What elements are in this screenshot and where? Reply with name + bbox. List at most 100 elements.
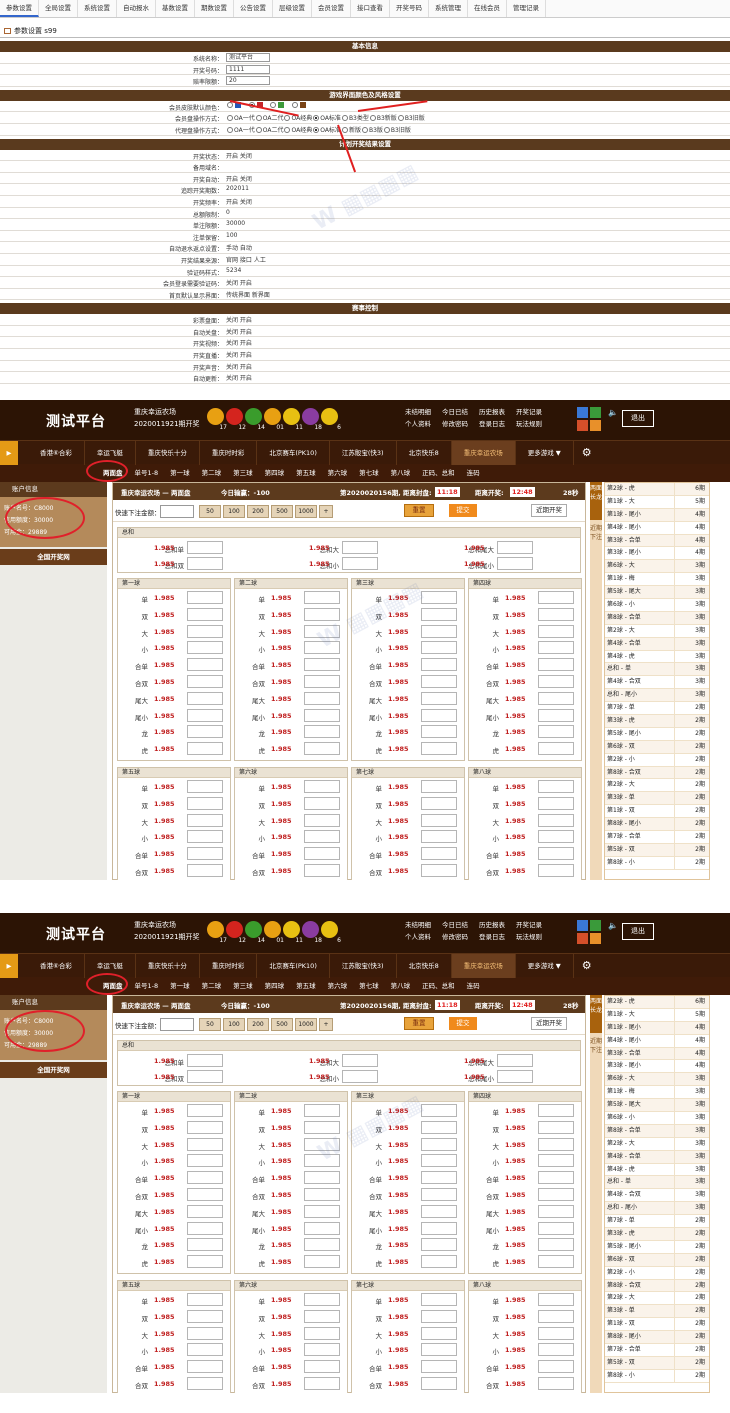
bet-amount-input[interactable]	[538, 796, 574, 810]
header-link[interactable]: 修改密码	[442, 418, 468, 430]
bet-amount-input[interactable]	[421, 658, 457, 672]
bet-amount-input[interactable]	[187, 1293, 223, 1306]
header-link[interactable]: 登录日志	[479, 931, 505, 943]
sub-tab[interactable]: 第七球	[355, 977, 383, 995]
bet-amount-input[interactable]	[538, 691, 574, 705]
color-radio[interactable]	[270, 101, 277, 108]
bet-amount-input[interactable]	[497, 557, 533, 570]
mode-radio[interactable]	[361, 126, 368, 133]
bet-amount-input[interactable]	[421, 624, 457, 638]
bet-amount-input[interactable]	[187, 624, 223, 638]
theme-color-button[interactable]	[577, 407, 588, 418]
game-tab[interactable]: 北京赛车(PK10)	[257, 953, 330, 978]
game-tab[interactable]: 重庆时时彩	[200, 953, 258, 978]
mode-radio[interactable]	[227, 126, 233, 133]
mode-radio[interactable]	[383, 126, 390, 133]
bet-amount-input[interactable]	[187, 864, 223, 877]
exit-button[interactable]: 退出	[622, 923, 654, 940]
input-field[interactable]: 测试平台	[226, 53, 270, 62]
color-radio[interactable]	[292, 101, 299, 108]
bet-amount-input[interactable]	[421, 1171, 457, 1185]
bet-amount-input[interactable]	[538, 1221, 574, 1235]
bet-amount-input[interactable]	[421, 742, 457, 756]
bet-amount-input[interactable]	[538, 641, 574, 655]
bet-amount-input[interactable]	[421, 1343, 457, 1357]
sub-tab[interactable]: 第四球	[261, 464, 289, 482]
header-link[interactable]: 个人资料	[405, 418, 431, 430]
game-tab[interactable]: 北京快乐8	[397, 953, 452, 978]
sub-tab[interactable]: 连码	[463, 464, 484, 482]
header-link[interactable]: 历史报表	[479, 406, 505, 418]
row-value[interactable]: 关闭 开启	[226, 315, 252, 324]
bet-amount-input[interactable]	[538, 1343, 574, 1357]
bet-amount-input[interactable]	[304, 675, 340, 688]
open-results-button[interactable]: 全国开奖网	[0, 549, 107, 565]
bet-amount-input[interactable]	[187, 1377, 223, 1390]
bet-amount-input[interactable]	[538, 1238, 574, 1252]
recent-results-button[interactable]: 近期开奖	[531, 1017, 567, 1030]
bet-amount-input[interactable]	[421, 675, 457, 688]
bet-amount-input[interactable]	[187, 541, 223, 554]
bet-amount-input[interactable]	[421, 1104, 457, 1117]
bet-amount-input[interactable]	[538, 1377, 574, 1390]
game-tab[interactable]: 北京快乐8	[397, 440, 452, 465]
theme-color-button[interactable]	[577, 420, 588, 431]
mode-radio[interactable]	[313, 115, 320, 122]
chip-button[interactable]: 200	[247, 1018, 269, 1031]
bet-amount-input[interactable]	[187, 780, 223, 793]
bet-amount-input[interactable]	[342, 1054, 378, 1067]
bet-amount-input[interactable]	[421, 691, 457, 705]
row-value[interactable]: 5234	[226, 267, 241, 274]
mode-radio[interactable]	[255, 115, 262, 122]
theme-color-button[interactable]	[590, 407, 601, 418]
chip-button[interactable]: 100	[223, 505, 245, 518]
game-tab[interactable]: 重庆幸运农场	[451, 953, 516, 978]
bet-amount-input[interactable]	[187, 813, 223, 827]
row-value[interactable]: 关闭 开启	[226, 338, 252, 347]
header-link[interactable]: 玩法规则	[516, 931, 542, 943]
admin-tab[interactable]: 公告设置	[234, 0, 273, 17]
bet-amount-input[interactable]	[421, 1360, 457, 1374]
row-value[interactable]: 开启 关闭	[226, 174, 252, 183]
bet-amount-input[interactable]	[304, 1171, 340, 1185]
bet-amount-input[interactable]	[187, 742, 223, 756]
bet-amount-input[interactable]	[421, 607, 457, 621]
bet-amount-input[interactable]	[421, 1204, 457, 1218]
row-value[interactable]: 关闭 开启	[226, 362, 252, 371]
bet-amount-input[interactable]	[187, 557, 223, 570]
bet-amount-input[interactable]	[342, 557, 378, 570]
bet-amount-input[interactable]	[187, 641, 223, 655]
sub-tab[interactable]: 第六球	[324, 977, 352, 995]
header-link[interactable]: 今日已结	[442, 406, 468, 418]
bet-amount-input[interactable]	[304, 1360, 340, 1374]
sub-tab[interactable]: 第一球	[166, 464, 194, 482]
bet-amount-input[interactable]	[304, 607, 340, 621]
bet-amount-input[interactable]	[421, 1238, 457, 1252]
bet-amount-input[interactable]	[421, 1326, 457, 1340]
bet-amount-input[interactable]	[421, 1188, 457, 1201]
bet-amount-input[interactable]	[421, 641, 457, 655]
play-icon[interactable]: ▶	[0, 953, 18, 978]
bet-amount-input[interactable]	[538, 1104, 574, 1117]
mode-radio[interactable]	[341, 126, 348, 133]
admin-tab[interactable]: 管理记录	[507, 0, 546, 17]
sub-tab[interactable]: 单号1-8	[131, 464, 163, 482]
bet-amount-input[interactable]	[538, 847, 574, 861]
sub-tab[interactable]: 第一球	[166, 977, 194, 995]
quick-bet-input[interactable]	[160, 505, 194, 518]
bet-amount-input[interactable]	[304, 725, 340, 739]
row-value[interactable]: 0	[226, 209, 230, 216]
bet-amount-input[interactable]	[304, 742, 340, 756]
bet-amount-input[interactable]	[421, 725, 457, 739]
bet-amount-input[interactable]	[538, 1154, 574, 1168]
bet-amount-input[interactable]	[187, 1204, 223, 1218]
bet-amount-input[interactable]	[304, 1343, 340, 1357]
bet-amount-input[interactable]	[538, 658, 574, 672]
bet-amount-input[interactable]	[538, 780, 574, 793]
theme-color-button[interactable]	[577, 920, 588, 931]
bet-amount-input[interactable]	[538, 1137, 574, 1151]
admin-tab[interactable]: 系统管理	[429, 0, 468, 17]
mode-radio[interactable]	[341, 115, 348, 122]
bet-amount-input[interactable]	[421, 1137, 457, 1151]
bet-amount-input[interactable]	[538, 1309, 574, 1323]
